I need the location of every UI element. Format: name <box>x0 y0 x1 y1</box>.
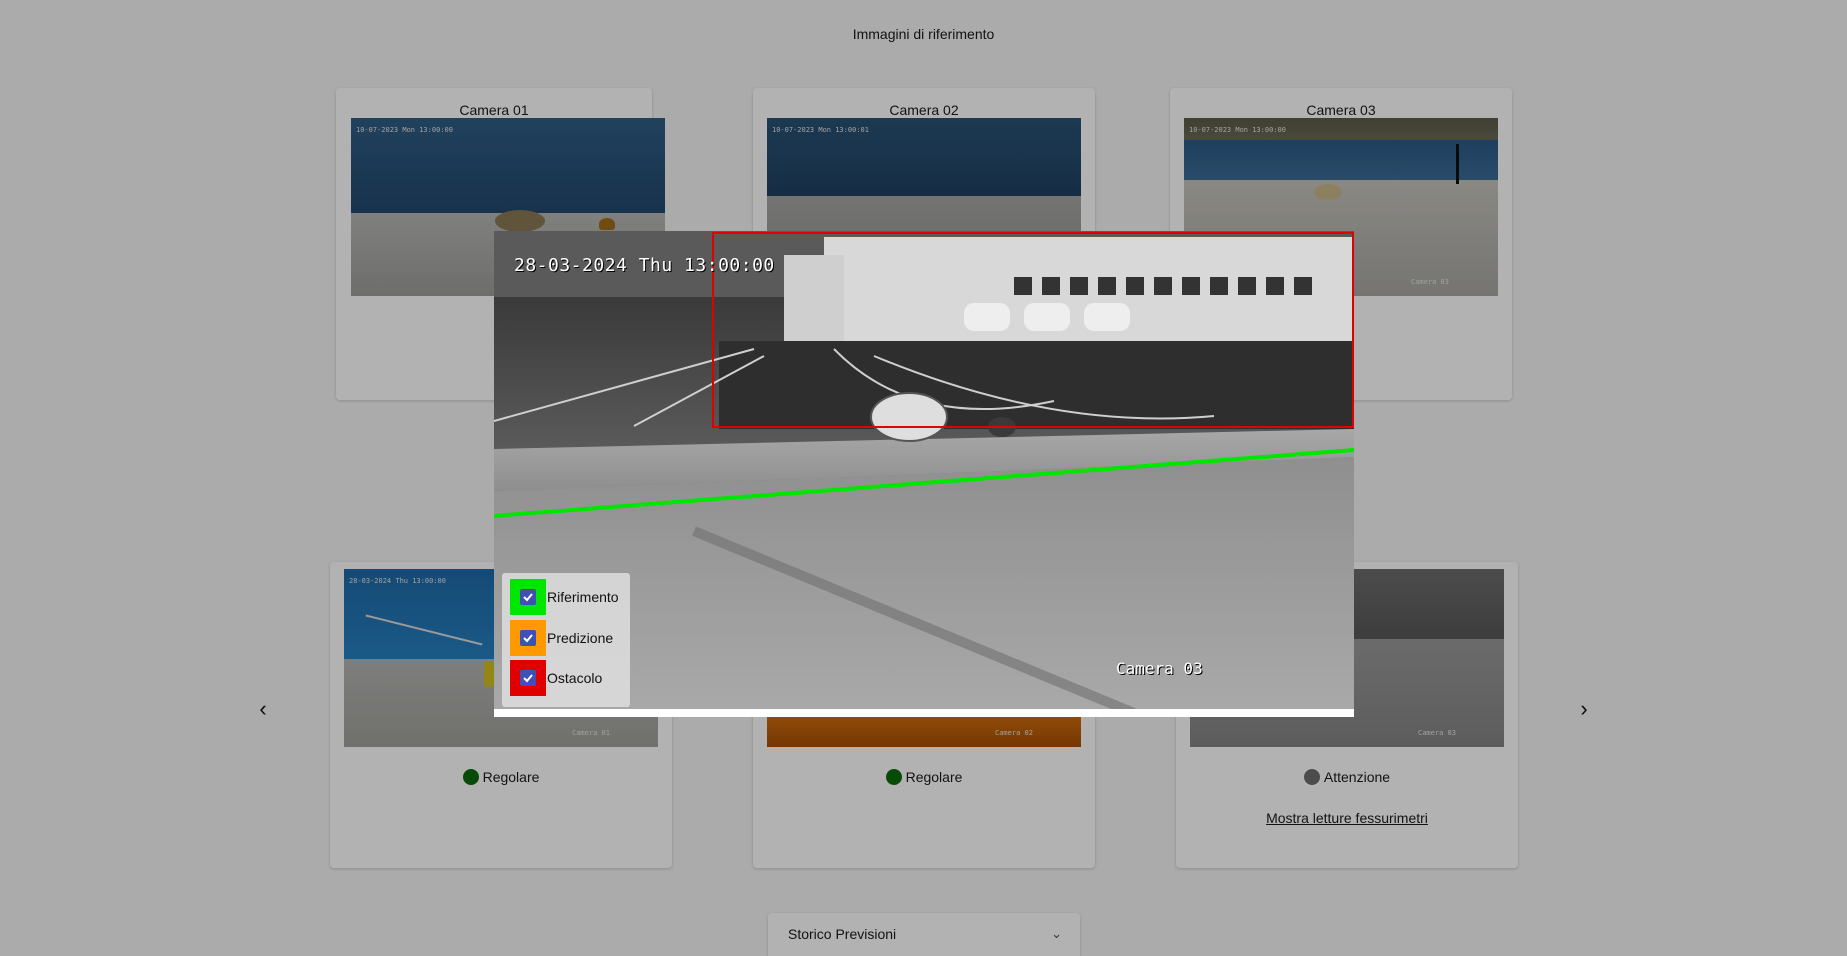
checkbox-checked-icon[interactable] <box>520 630 536 646</box>
checkbox-checked-icon[interactable] <box>520 589 536 605</box>
legend-label: Predizione <box>547 630 614 646</box>
legend-label: Ostacolo <box>547 670 603 686</box>
checkbox-checked-icon[interactable] <box>520 670 536 686</box>
enlarged-camera-image: 28-03-2024 Thu 13:00:00 Camera 03 Riferi… <box>494 231 1354 713</box>
image-viewer-modal: 28-03-2024 Thu 13:00:00 Camera 03 Riferi… <box>494 231 1354 717</box>
legend-item-predizione[interactable]: Predizione <box>510 620 614 656</box>
legend-swatch <box>510 579 546 615</box>
legend-label: Riferimento <box>547 589 619 605</box>
legend-swatch <box>510 660 546 696</box>
legend-swatch <box>510 620 546 656</box>
osd-camera-label: Camera 03 <box>1116 659 1203 678</box>
legend-item-riferimento[interactable]: Riferimento <box>510 579 619 615</box>
overlay-legend: Riferimento Predizione Ostacolo <box>502 573 630 707</box>
osd-timestamp: 28-03-2024 Thu 13:00:00 <box>514 255 775 276</box>
legend-item-ostacolo[interactable]: Ostacolo <box>510 660 603 696</box>
